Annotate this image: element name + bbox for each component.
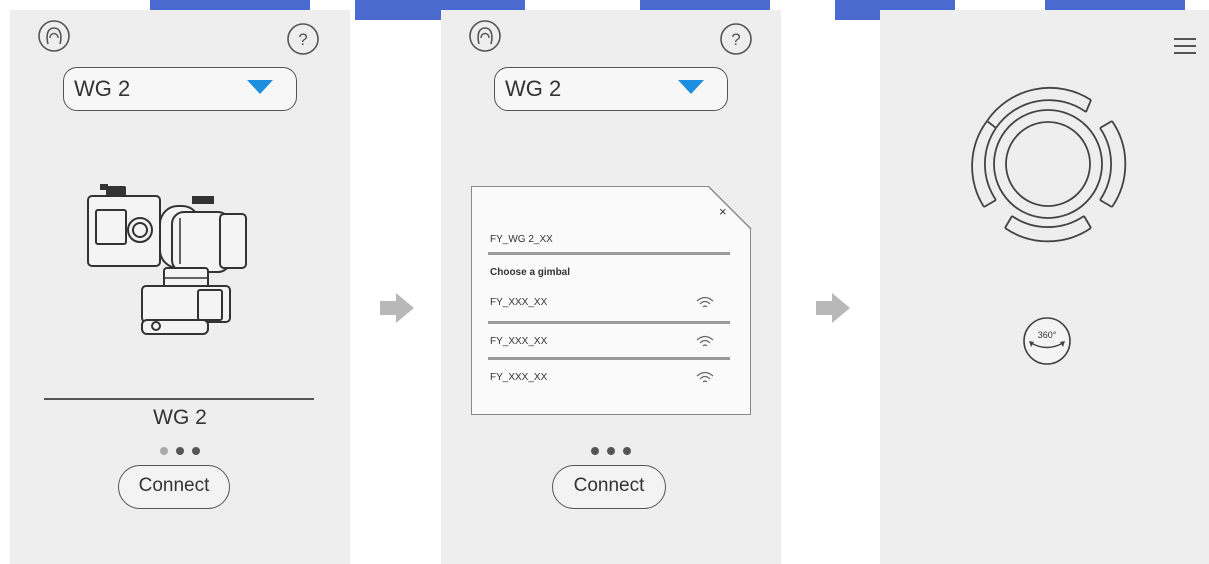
device-select[interactable]: WG 2: [63, 67, 297, 111]
rotate-360-icon[interactable]: 360°: [1020, 316, 1074, 366]
profile-icon[interactable]: [467, 18, 503, 54]
arrow-right-icon: [816, 293, 850, 323]
rotate-360-label: 360°: [1038, 330, 1057, 340]
phone-screen-device-select: ? WG 2 WG 2 Connect: [10, 10, 350, 564]
dialog-fold-corner: [708, 186, 752, 230]
divider: [44, 398, 314, 400]
page-indicator: [10, 442, 350, 460]
svg-text:?: ?: [298, 30, 307, 49]
device-select-value: WG 2: [505, 76, 562, 101]
page-dot: [623, 447, 631, 455]
arrow-right-icon: [380, 293, 414, 323]
connect-button[interactable]: Connect: [552, 465, 666, 509]
wifi-icon: [696, 296, 714, 308]
page-dot: [176, 447, 184, 455]
divider: [488, 252, 730, 255]
menu-icon[interactable]: [1174, 38, 1196, 54]
gimbal-image: [87, 184, 247, 335]
gimbal-list-item[interactable]: FY_XXX_XX: [490, 336, 547, 347]
chevron-down-icon: [678, 80, 704, 94]
help-icon[interactable]: ?: [286, 22, 320, 56]
connect-button[interactable]: Connect: [118, 465, 230, 509]
page-indicator: [441, 442, 781, 460]
gimbal-list-item[interactable]: FY_XXX_XX: [490, 372, 547, 383]
close-icon[interactable]: ×: [719, 204, 727, 219]
current-gimbal: FY_WG 2_XX: [490, 234, 553, 245]
wifi-icon: [696, 335, 714, 347]
joystick-control[interactable]: [956, 72, 1140, 256]
page-dot: [160, 447, 168, 455]
help-icon[interactable]: ?: [719, 22, 753, 56]
page-dot: [192, 447, 200, 455]
gimbal-list-item[interactable]: FY_XXX_XX: [490, 297, 547, 308]
device-name: WG 2: [153, 406, 207, 429]
page-dot: [591, 447, 599, 455]
divider: [488, 357, 730, 360]
wifi-icon: [696, 371, 714, 383]
svg-text:?: ?: [731, 30, 740, 49]
dialog-heading: Choose a gimbal: [490, 267, 571, 278]
chevron-down-icon: [247, 80, 273, 94]
profile-icon[interactable]: [36, 18, 72, 54]
page-dot: [607, 447, 615, 455]
phone-screen-control: 360°: [880, 10, 1209, 564]
device-select-value: WG 2: [74, 76, 131, 101]
divider: [488, 321, 730, 324]
device-select[interactable]: WG 2: [494, 67, 728, 111]
phone-screen-gimbal-list: ? WG 2 × FY_WG 2_XX Choose a gimbal FY_X…: [441, 10, 781, 564]
